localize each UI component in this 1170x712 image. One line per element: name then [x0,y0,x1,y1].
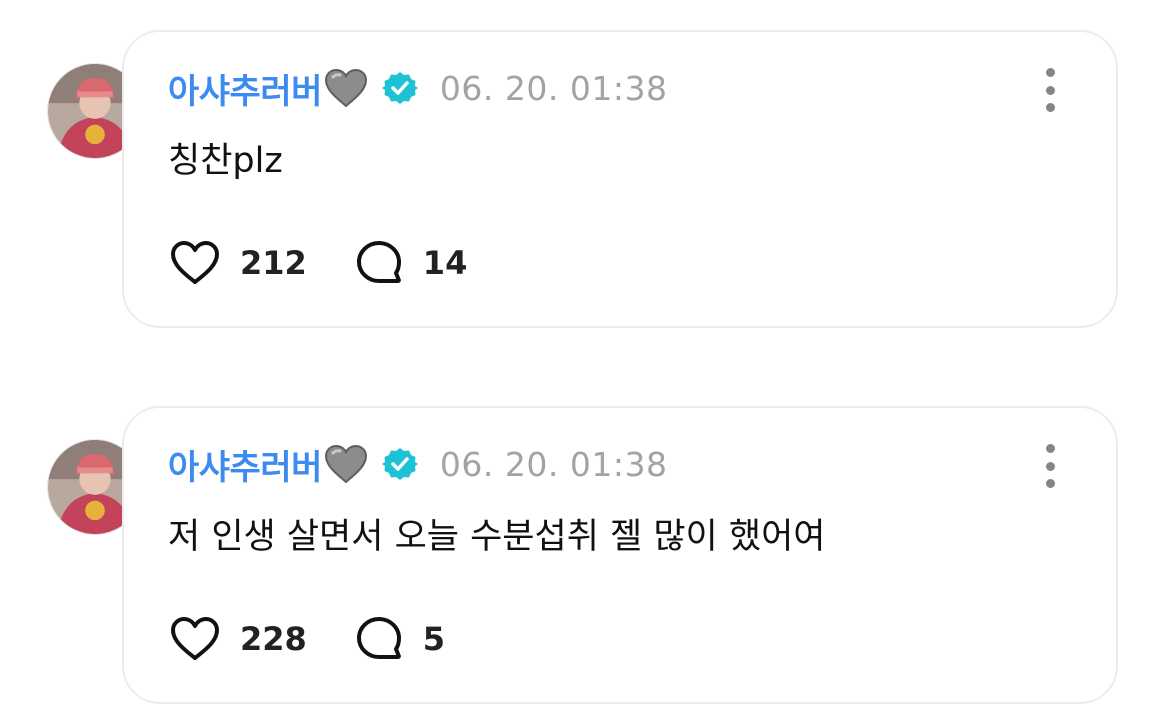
speech-bubble-icon [356,241,401,283]
more-vertical-icon[interactable] [1036,68,1064,112]
heart-outline-icon [171,617,219,660]
post-header: 아샤추러버 06. 20. 01:38 [168,440,667,488]
like-button[interactable]: 212 [170,240,307,286]
verified-badge-icon [381,70,418,106]
comment-feed: 아샤추러버 06. 20. 01:38 칭찬plz 212 14 아샤추러버 0… [0,0,1170,712]
grey-heart-icon [324,68,368,108]
post-text: 저 인생 살면서 오늘 수분섭취 젤 많이 했어여 [168,517,826,557]
more-dot [1045,444,1055,453]
grey-heart-icon [324,444,368,484]
like-count: 212 [240,244,307,282]
author-name[interactable]: 아샤추러버 [168,64,322,113]
post: 아샤추러버 06. 20. 01:38 저 인생 살면서 오늘 수분섭취 젤 많… [0,406,1170,706]
more-dot [1045,68,1055,77]
post-actions: 228 5 [170,614,493,664]
more-dot [1045,479,1055,488]
post-timestamp: 06. 20. 01:38 [439,68,668,108]
comment-button[interactable]: 5 [355,615,445,663]
more-dot [1045,461,1055,471]
comment-button[interactable]: 14 [355,239,468,287]
like-button[interactable]: 228 [170,616,307,662]
post-timestamp: 06. 20. 01:38 [439,444,668,484]
like-count: 228 [240,620,307,658]
post-actions: 212 14 [170,238,515,288]
post: 아샤추러버 06. 20. 01:38 칭찬plz 212 14 [0,30,1170,330]
post-header: 아샤추러버 06. 20. 01:38 [168,64,667,112]
verified-badge-icon [381,446,418,482]
comment-count: 14 [422,244,468,282]
post-text: 칭찬plz [168,141,283,181]
heart-outline-icon [171,241,219,284]
more-dot [1045,85,1055,95]
more-vertical-icon[interactable] [1036,444,1064,488]
speech-bubble-icon [356,617,401,659]
author-name[interactable]: 아샤추러버 [168,440,322,489]
more-dot [1045,103,1055,112]
comment-count: 5 [422,620,446,658]
